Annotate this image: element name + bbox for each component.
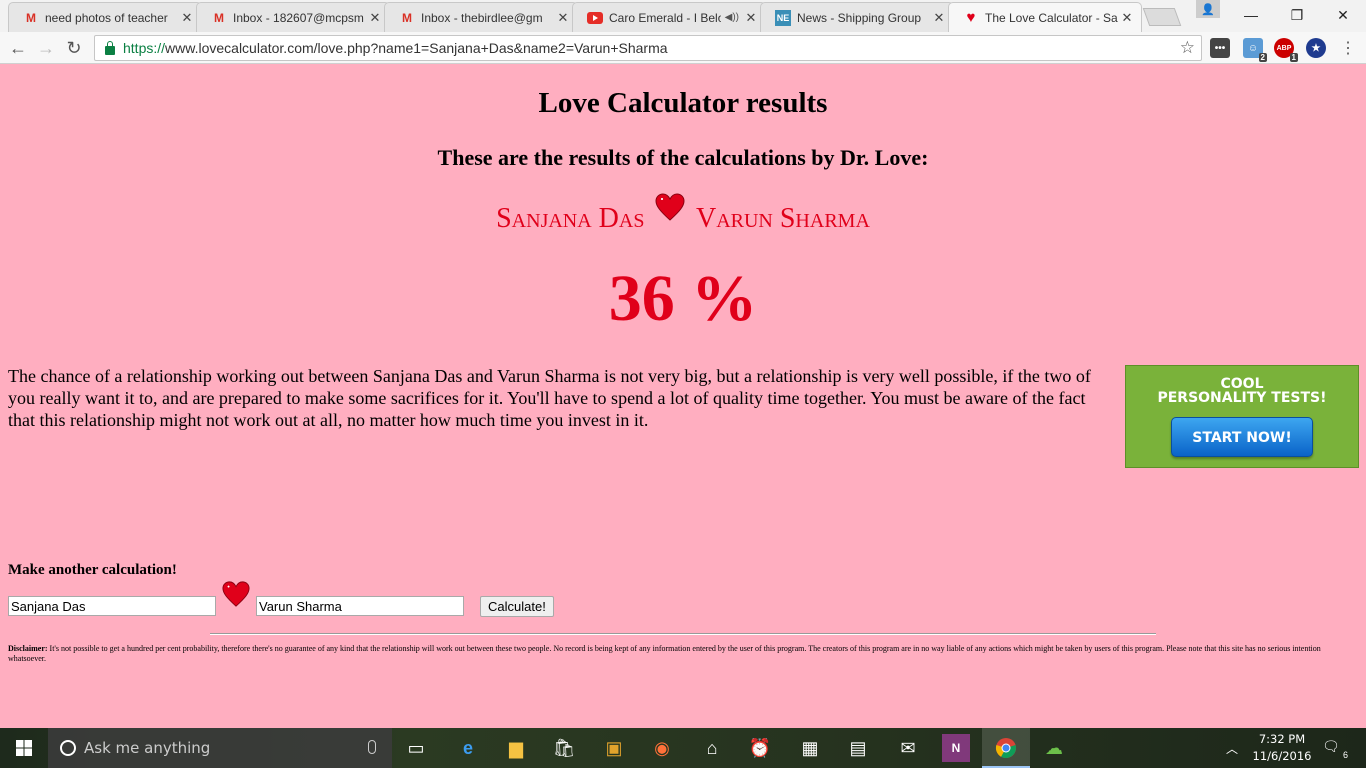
heart-icon [222,580,250,613]
close-icon[interactable]: ✕ [743,10,759,26]
url-text: www.lovecalculator.com/love.php?name1=Sa… [165,40,668,56]
name1-label: Sanjana Das [496,203,645,234]
mail-icon[interactable]: ✉ [894,734,922,762]
notification-count: 6 [1342,750,1348,760]
file-explorer-icon[interactable]: ▆ [502,734,530,762]
page-content: Love Calculator results These are the re… [0,65,1366,728]
ad-headline-line1: COOL [1220,376,1264,392]
browser-toolbar: ← → ↻ https://www.lovecalculator.com/lov… [0,32,1366,64]
gmail-icon: M [402,10,412,25]
tab-title: Caro Emerald - I Belo [609,10,721,25]
tab-title: Inbox - 182607@mcpsm [233,10,364,25]
onenote-icon[interactable]: N [942,734,970,762]
extension-ghost-icon[interactable]: ☺ 2 [1243,38,1267,62]
calculate-button[interactable]: Calculate! [480,596,554,617]
name2-input[interactable] [256,596,464,616]
adblock-icon[interactable]: ABP 1 [1274,38,1298,62]
disclaimer-label: Disclaimer: [8,644,48,653]
search-placeholder: Ask me anything [84,739,211,757]
forward-icon[interactable]: → [34,36,58,60]
calendar-icon[interactable]: ▦ [796,734,824,762]
task-view-icon[interactable]: ▭ [402,734,430,762]
tab-title: The Love Calculator - Sa [985,10,1118,25]
youtube-icon [587,10,603,26]
result-description: The chance of a relationship working out… [8,366,1091,430]
close-icon[interactable]: ✕ [179,10,195,26]
clock-time: 7:32 PM [1258,732,1306,746]
close-icon[interactable]: ✕ [931,10,947,26]
start-now-button[interactable]: START NOW! [1171,417,1313,457]
tab-gmail-inbox-mcps[interactable]: M Inbox - 182607@mcpsm ✕ [196,2,390,32]
cloud-app-icon[interactable]: ☁ [1040,734,1068,762]
tab-title: need photos of teacher [45,10,168,25]
store-icon[interactable]: 🛍 [550,734,578,762]
tab-news-shipping-group[interactable]: NE News - Shipping Group ✕ [760,2,954,32]
microphone-icon[interactable] [368,740,376,754]
disclaimer: Disclaimer: It's not possible to get a h… [8,644,1353,664]
form-heading: Make another calculation! [8,562,177,578]
new-tab-button[interactable] [1142,8,1182,26]
heart-icon: ♥ [966,9,976,26]
firefox-icon[interactable]: ◉ [648,734,676,762]
edge-icon[interactable]: e [454,734,482,762]
url-scheme: https:// [123,40,166,56]
calculator-icon[interactable]: ▤ [844,734,872,762]
personality-tests-ad[interactable]: COOL PERSONALITY TESTS! START NOW! [1125,365,1359,468]
menu-icon[interactable]: ⋮ [1336,36,1360,60]
extension-flag-icon[interactable]: ★ [1306,38,1326,58]
tab-title: Inbox - thebirdlee@gm [421,10,543,25]
notification-center-icon[interactable]: 🗨 6 [1322,738,1348,760]
tab-gmail-inbox-thebirdlee[interactable]: M Inbox - thebirdlee@gm ✕ [384,2,578,32]
system-clock[interactable]: 7:32 PM 11/6/2016 [1250,731,1314,765]
close-icon[interactable]: ✕ [367,10,383,26]
ad-headline-line2: PERSONALITY TESTS! [1157,390,1327,406]
ne-icon: NE [775,9,791,26]
extension-badge: 2 [1258,53,1267,62]
home-icon[interactable]: ⌂ [698,734,726,762]
minimize-button[interactable]: — [1228,0,1274,30]
extension-badge: 1 [1289,53,1298,62]
divider [210,633,1156,635]
name2-label: Varun Sharma [695,203,870,234]
results-subtitle: These are the results of the calculation… [437,145,929,170]
windows-start-icon[interactable] [0,728,48,768]
heart-icon [655,193,685,229]
alarm-clock-icon[interactable]: ⏰ [746,734,774,762]
love-percentage: 36 % [608,262,758,335]
speaker-icon[interactable]: ◀)) [725,12,739,23]
cortana-search-box[interactable]: Ask me anything [48,728,392,768]
lock-icon [105,40,115,55]
profile-icon[interactable]: 👤 [1196,0,1220,18]
extension-dots-icon[interactable]: ••• [1210,38,1230,58]
name1-input[interactable] [8,596,216,616]
page-title: Love Calculator results [538,87,828,119]
tab-youtube-caro-emerald[interactable]: Caro Emerald - I Belo ◀)) ✕ [572,2,766,32]
address-bar[interactable]: https://www.lovecalculator.com/love.php?… [94,35,1202,61]
adblock-label: ABP [1276,44,1292,52]
close-window-button[interactable]: ✕ [1320,0,1366,30]
tab-title: News - Shipping Group [797,10,922,25]
tab-gmail-teacher[interactable]: M need photos of teacher ✕ [8,2,202,32]
gmail-icon: M [26,10,36,25]
cortana-icon [60,740,76,756]
app-icon[interactable]: ▣ [600,734,628,762]
windows-taskbar: Ask me anything ▭ e ▆ 🛍 ▣ ◉ ⌂ ⏰ ▦ ▤ ✉ N … [0,728,1366,768]
bookmark-star-icon[interactable]: ☆ [1180,38,1195,58]
clock-date: 11/6/2016 [1252,749,1312,763]
gmail-icon: M [214,10,224,25]
chrome-icon[interactable] [992,734,1020,762]
close-icon[interactable]: ✕ [1119,10,1135,26]
tab-love-calculator[interactable]: ♥ The Love Calculator - Sa ✕ [948,2,1142,32]
reload-icon[interactable]: ↻ [62,36,86,60]
disclaimer-text: It's not possible to get a hundred per c… [8,644,1321,663]
tab-strip: M need photos of teacher ✕ M Inbox - 182… [0,0,1366,32]
chevron-up-icon[interactable]: ︿ [1226,740,1238,757]
restore-button[interactable]: ❐ [1274,0,1320,30]
names-line: Sanjana Das Varun Sharma [0,193,1366,235]
close-icon[interactable]: ✕ [555,10,571,26]
back-icon[interactable]: ← [6,36,30,60]
scrollbar[interactable] [1358,65,1366,728]
